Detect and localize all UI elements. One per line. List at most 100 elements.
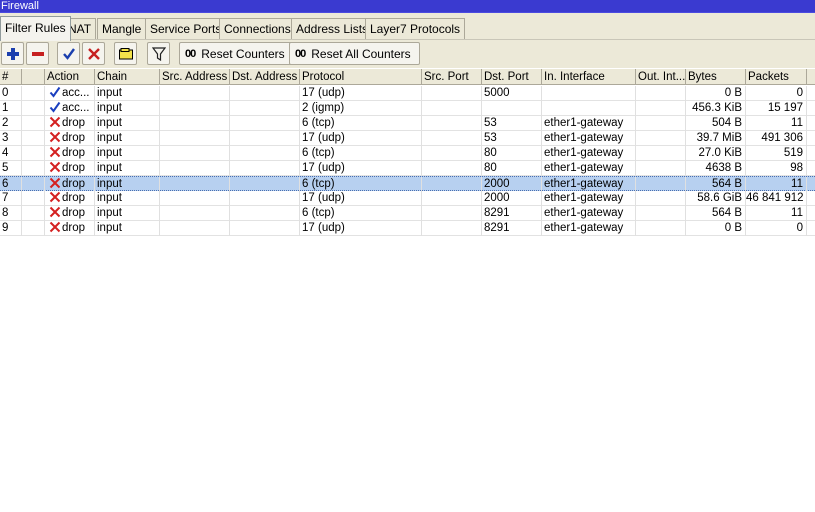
cell-action: acc...	[45, 86, 95, 101]
cell-action: drop	[45, 221, 95, 236]
cell-num: 1	[0, 101, 22, 116]
note-icon	[118, 47, 133, 59]
table-header: # Action Chain Src. Address Dst. Address Prot…	[0, 69, 815, 85]
action-label: acc...	[62, 102, 90, 114]
column-header-src-address[interactable]: Src. Address	[160, 69, 230, 85]
cell-dst-port: 8291	[482, 221, 542, 236]
table-row[interactable]: 4 drop input 6 (tcp) 80 ether1-gateway 27.0 Ki…	[0, 146, 815, 161]
remove-button[interactable]	[26, 42, 49, 65]
cell-in-interface: ether1-gateway	[542, 116, 636, 131]
column-header-packets[interactable]: Packets	[746, 69, 807, 85]
cell-src-port	[422, 177, 482, 192]
cell-bytes: 564 B	[686, 177, 746, 192]
column-header-protocol[interactable]: Protocol	[300, 69, 422, 85]
reset-counters-label: Reset Counters	[201, 46, 285, 61]
column-header-dst-address[interactable]: Dst. Address	[230, 69, 300, 85]
table-row[interactable]: 3 drop input 17 (udp) 53 ether1-gateway 39.7 M…	[0, 131, 815, 146]
cell-dst-port: 53	[482, 131, 542, 146]
column-header-dst-port[interactable]: Dst. Port	[482, 69, 542, 85]
cell-protocol: 6 (tcp)	[300, 146, 422, 161]
cell-num: 5	[0, 161, 22, 176]
column-header-src-port[interactable]: Src. Port	[422, 69, 482, 85]
disable-button[interactable]	[82, 42, 105, 65]
cell-protocol: 6 (tcp)	[300, 206, 422, 221]
column-header-in-interface[interactable]: In. Interface	[542, 69, 636, 85]
cell-src-port	[422, 191, 482, 206]
column-header-action[interactable]: Action	[45, 69, 95, 85]
cell-protocol: 17 (udp)	[300, 161, 422, 176]
table-row[interactable]: 2 drop input 6 (tcp) 53 ether1-gateway 504 B 11	[0, 116, 815, 131]
cell-bytes: 456.3 KiB	[686, 101, 746, 116]
table-row[interactable]: 6 drop input 6 (tcp) 2000 ether1-gateway 564 B…	[0, 176, 815, 192]
cell-dst-port: 80	[482, 161, 542, 176]
filter-button[interactable]	[147, 42, 170, 65]
cell-src-address	[160, 146, 230, 161]
cell-action: drop	[45, 131, 95, 146]
table-row[interactable]: 5 drop input 17 (udp) 80 ether1-gateway 4638 B…	[0, 161, 815, 176]
table-row[interactable]: 9 drop input 17 (udp) 8291 ether1-gateway 0 B0	[0, 221, 815, 236]
cell-num: 4	[0, 146, 22, 161]
cell-in-interface: ether1-gateway	[542, 146, 636, 161]
cell-dst-address	[230, 206, 300, 221]
cell-protocol: 6 (tcp)	[300, 177, 422, 192]
cell-flags	[22, 146, 45, 161]
cell-dst-port: 5000	[482, 86, 542, 101]
table-row[interactable]: 0 acc... input 17 (udp) 5000 0 B0	[0, 86, 815, 101]
cell-packets: 11	[746, 116, 807, 131]
cell-bytes: 4638 B	[686, 161, 746, 176]
cell-flags	[22, 177, 45, 192]
add-button[interactable]	[1, 42, 24, 65]
table-row[interactable]: 1 acc... input 2 (igmp) 456.3 KiB 15 197	[0, 101, 815, 116]
column-header-num[interactable]: #	[0, 69, 22, 85]
column-header-out-interface[interactable]: Out. Int...	[636, 69, 686, 85]
filter-rules-table: # Action Chain Src. Address Dst. Address Prot…	[0, 69, 815, 512]
column-header-chain[interactable]: Chain	[95, 69, 160, 85]
cell-src-port	[422, 206, 482, 221]
column-header-bytes[interactable]: Bytes	[686, 69, 746, 85]
cell-dst-address	[230, 131, 300, 146]
cell-src-address	[160, 191, 230, 206]
plus-icon	[6, 47, 19, 60]
cell-packets: 98	[746, 161, 807, 176]
tab-connections[interactable]: Connections	[219, 18, 296, 39]
cell-dst-port	[482, 101, 542, 116]
comment-button[interactable]	[114, 42, 137, 65]
column-header-flags[interactable]	[22, 69, 45, 85]
cell-num: 0	[0, 86, 22, 101]
accept-check-icon	[49, 101, 61, 113]
tab-layer7-protocols[interactable]: Layer7 Protocols	[365, 18, 466, 39]
reset-all-counters-label: Reset All Counters	[311, 46, 411, 61]
tab-mangle[interactable]: Mangle	[97, 18, 147, 39]
enable-button[interactable]	[57, 42, 80, 65]
cell-bytes: 39.7 MiB	[686, 131, 746, 146]
cell-src-address	[160, 177, 230, 192]
cell-packets: 0	[746, 221, 807, 236]
cell-bytes: 504 B	[686, 116, 746, 131]
cell-chain: input	[95, 221, 160, 236]
action-label: drop	[62, 192, 86, 204]
toolbar: 00 Reset Counters 00 Reset All Counters	[0, 40, 815, 68]
cell-packets: 0	[746, 86, 807, 101]
cell-packets: 491 306	[746, 131, 807, 146]
cell-action: acc...	[45, 101, 95, 116]
cell-out-interface	[636, 116, 686, 131]
tab-service-ports[interactable]: Service Ports	[145, 18, 227, 39]
cell-out-interface	[636, 177, 686, 192]
drop-x-icon	[49, 221, 61, 233]
cell-packets: 46 841 912	[746, 191, 807, 206]
cell-src-address	[160, 131, 230, 146]
cell-flags	[22, 86, 45, 101]
cell-src-port	[422, 101, 482, 116]
cell-src-address	[160, 206, 230, 221]
cell-dst-port: 2000	[482, 191, 542, 206]
table-row[interactable]: 8 drop input 6 (tcp) 8291 ether1-gateway 564 B…	[0, 206, 815, 221]
cell-flags	[22, 131, 45, 146]
table-row[interactable]: 7 drop input 17 (udp) 2000 ether1-gateway 58.6…	[0, 191, 815, 206]
cell-bytes: 564 B	[686, 206, 746, 221]
reset-counters-button[interactable]: 00 Reset Counters	[179, 42, 294, 65]
check-icon	[62, 47, 75, 60]
tab-address-lists[interactable]: Address Lists	[291, 18, 374, 39]
tab-filter-rules[interactable]: Filter Rules	[0, 16, 71, 41]
reset-all-counters-button[interactable]: 00 Reset All Counters	[289, 42, 420, 65]
drop-x-icon	[49, 161, 61, 173]
